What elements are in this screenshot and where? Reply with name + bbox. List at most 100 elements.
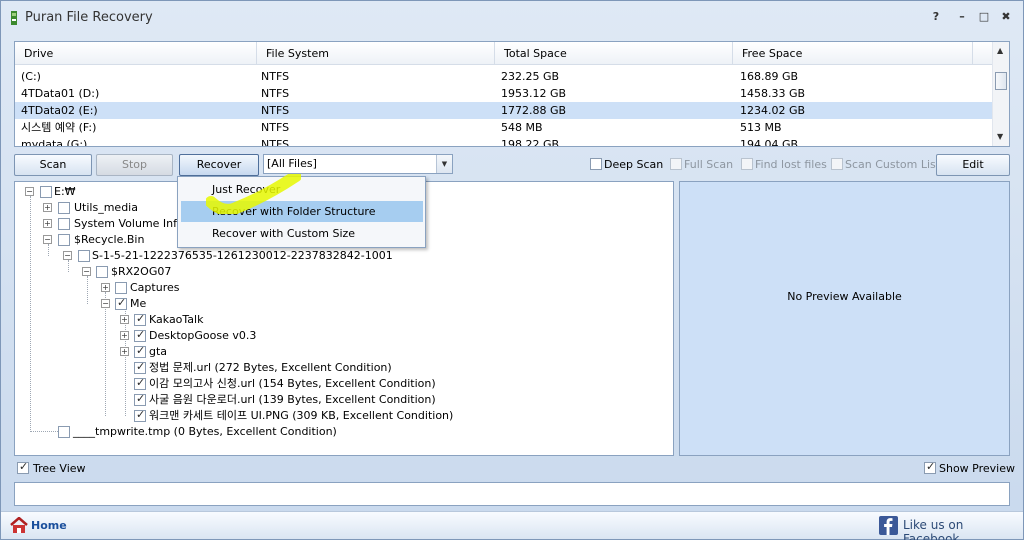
file-filter-value: [All Files] (267, 157, 317, 170)
window-title: Puran File Recovery (25, 10, 153, 25)
tree-label: DesktopGoose v0.3 (149, 329, 257, 342)
home-icon[interactable] (10, 517, 28, 534)
drive-name: (C:) (21, 70, 41, 83)
expand-icon[interactable]: + (43, 203, 52, 212)
column-free-space[interactable]: Free Space (733, 42, 973, 65)
find-lost-files-checkbox[interactable] (741, 158, 753, 170)
drive-name: mydata (G:) (21, 138, 88, 147)
tree-label: Utils_media (74, 201, 138, 214)
drive-list-scrollbar[interactable]: ▲ ▼ (992, 42, 1009, 146)
minimize-button[interactable]: – (953, 9, 971, 25)
scan-custom-list-checkbox[interactable] (831, 158, 843, 170)
drive-row[interactable]: (C:) NTFS 232.25 GB 168.89 GB (15, 68, 993, 85)
scroll-thumb[interactable] (995, 72, 1007, 90)
recover-button[interactable]: Recover (179, 154, 259, 176)
tree-checkbox[interactable] (115, 282, 127, 294)
drive-free: 194.04 GB (740, 138, 799, 147)
tree-label: S-1-5-21-1222376535-1261230012-223783284… (92, 249, 393, 262)
tree-checkbox[interactable] (134, 344, 146, 358)
scan-custom-list-label: Scan Custom List (845, 158, 941, 171)
column-total-space[interactable]: Total Space (495, 42, 733, 65)
drive-row[interactable]: 시스템 예약 (F:) NTFS 548 MB 513 MB (15, 119, 993, 136)
tree-label: KakaoTalk (149, 313, 204, 326)
drive-free: 1458.33 GB (740, 87, 806, 100)
drive-row[interactable]: mydata (G:) NTFS 198.22 GB 194.04 GB (15, 136, 993, 147)
drive-row[interactable]: 4TData01 (D:) NTFS 1953.12 GB 1458.33 GB (15, 85, 993, 102)
tree-line (68, 260, 69, 272)
drive-list[interactable]: Drive File System Total Space Free Space… (14, 41, 1010, 147)
tree-checkbox[interactable] (134, 408, 146, 422)
menu-item-recover-with-custom-size[interactable]: Recover with Custom Size (181, 223, 423, 244)
home-link[interactable]: Home (31, 519, 67, 532)
full-scan-checkbox[interactable] (670, 158, 682, 170)
tree-checkbox[interactable] (96, 266, 108, 278)
scan-button[interactable]: Scan (14, 154, 92, 176)
expand-icon[interactable]: + (120, 315, 129, 324)
tree-checkbox[interactable] (134, 376, 146, 390)
column-file-system[interactable]: File System (257, 42, 495, 65)
collapse-icon[interactable]: − (25, 187, 34, 196)
drive-total: 1953.12 GB (501, 87, 567, 100)
drive-name: 시스템 예약 (F:) (21, 121, 97, 134)
drive-fs: NTFS (261, 121, 290, 134)
maximize-button[interactable]: □ (975, 9, 993, 25)
tree-line (125, 308, 126, 416)
drive-total: 198.22 GB (501, 138, 560, 147)
find-lost-files-label: Find lost files (755, 158, 827, 171)
expand-icon[interactable]: + (43, 219, 52, 228)
collapse-icon[interactable]: − (101, 299, 110, 308)
drive-total: 1772.88 GB (501, 104, 567, 117)
collapse-icon[interactable]: − (63, 251, 72, 260)
close-button[interactable]: ✖ (997, 9, 1015, 25)
chevron-down-icon[interactable]: ▼ (436, 155, 452, 173)
drive-free: 1234.02 GB (740, 104, 806, 117)
tree-checkbox[interactable] (58, 426, 70, 438)
drive-free: 513 MB (740, 121, 782, 134)
drive-row-selected[interactable]: 4TData02 (E:) NTFS 1772.88 GB 1234.02 GB (15, 102, 993, 119)
preview-pane: No Preview Available (679, 181, 1010, 456)
scroll-up-icon[interactable]: ▲ (997, 46, 1003, 55)
tree-checkbox[interactable] (134, 360, 146, 374)
file-filter-select[interactable]: [All Files] ▼ (263, 154, 453, 174)
tree-line (30, 196, 31, 432)
help-button[interactable]: ? (927, 9, 945, 25)
drive-free: 168.89 GB (740, 70, 799, 83)
tree-checkbox[interactable] (134, 328, 146, 342)
tree-label: 워크맨 카세트 테이프 UI.PNG (309 KB, Excellent Co… (149, 409, 454, 422)
tree-line (30, 431, 58, 432)
deep-scan-checkbox[interactable] (590, 158, 602, 170)
facebook-link[interactable]: Like us on Facebook (903, 518, 1023, 540)
status-box (14, 482, 1010, 506)
tree-label: ____tmpwrite.tmp (0 Bytes, Excellent Con… (73, 425, 337, 438)
facebook-icon[interactable] (879, 516, 898, 535)
show-preview-checkbox[interactable] (924, 460, 936, 474)
collapse-icon[interactable]: − (43, 235, 52, 244)
scroll-down-icon[interactable]: ▼ (997, 132, 1003, 141)
tree-label: $RX2OG07 (111, 265, 172, 278)
tree-checkbox[interactable] (134, 392, 146, 406)
tree-checkbox[interactable] (134, 312, 146, 326)
tree-line (105, 292, 106, 416)
collapse-icon[interactable]: − (82, 267, 91, 276)
tree-checkbox[interactable] (78, 250, 90, 262)
tree-label: $Recycle.Bin (74, 233, 145, 246)
expand-icon[interactable]: + (120, 331, 129, 340)
tree-label: 이감 모의고사 신청.url (154 Bytes, Excellent Con… (149, 377, 436, 390)
tree-checkbox[interactable] (58, 218, 70, 230)
column-drive[interactable]: Drive (15, 42, 257, 65)
tree-checkbox[interactable] (40, 186, 52, 198)
tree-label: 사굴 음원 다운로더.url (139 Bytes, Excellent Con… (149, 393, 436, 406)
edit-button[interactable]: Edit (936, 154, 1010, 176)
drive-total: 232.25 GB (501, 70, 560, 83)
expand-icon[interactable]: + (120, 347, 129, 356)
tree-label: E:₩ (54, 185, 76, 198)
tree-checkbox[interactable] (58, 202, 70, 214)
stop-button[interactable]: Stop (96, 154, 173, 176)
tree-label: Me (130, 297, 147, 310)
title-bar: Puran File Recovery ? – □ ✖ (1, 1, 1023, 35)
expand-icon[interactable]: + (101, 283, 110, 292)
tree-view-checkbox[interactable] (17, 460, 29, 474)
tree-checkbox[interactable] (115, 296, 127, 310)
tree-label: gta (149, 345, 168, 358)
tree-checkbox[interactable] (58, 234, 70, 246)
